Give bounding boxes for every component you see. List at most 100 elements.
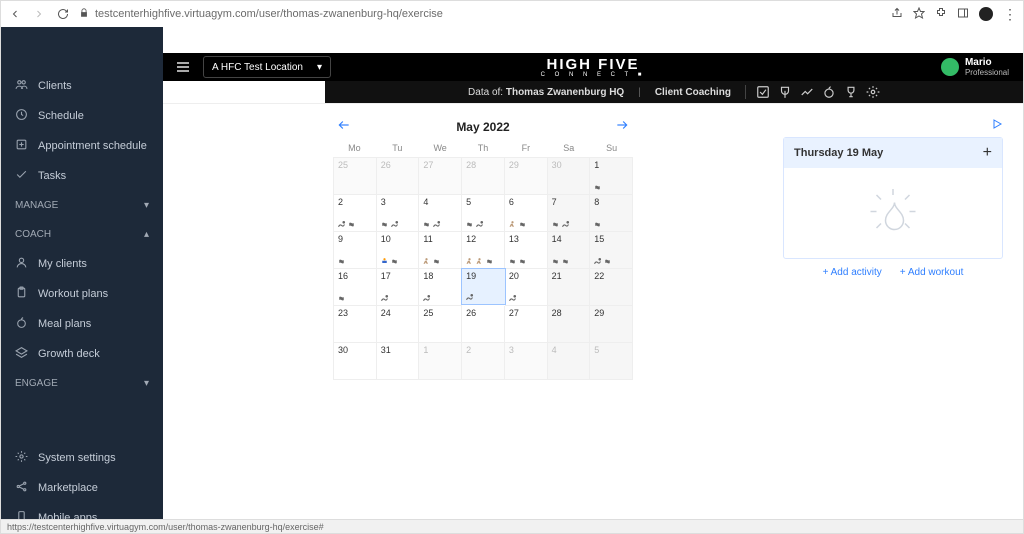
avatar — [941, 58, 959, 76]
hamburger-button[interactable] — [163, 59, 203, 75]
calendar-day[interactable]: 11 — [419, 232, 462, 269]
calendar-day[interactable]: 3 — [377, 195, 420, 232]
activity-icon — [508, 294, 517, 303]
share-icon[interactable] — [891, 7, 903, 22]
calendar-day[interactable]: 26 — [462, 306, 505, 343]
calendar-day[interactable]: 6 — [505, 195, 548, 232]
sidebar-item-my-clients[interactable]: My clients — [1, 249, 163, 279]
calendar-day[interactable]: 12 — [462, 232, 505, 269]
calendar-day[interactable]: 29 — [505, 158, 548, 195]
sidebar-item-schedule[interactable]: Schedule — [1, 101, 163, 131]
activity-icon — [603, 257, 612, 266]
address-bar[interactable]: testcenterhighfive.virtuagym.com/user/th… — [79, 8, 883, 21]
calendar-day[interactable]: 31 — [377, 343, 420, 380]
next-month-button[interactable] — [615, 118, 629, 135]
sidebar-item-marketplace[interactable]: Marketplace — [1, 473, 163, 503]
activity-icon — [518, 220, 527, 229]
scale-icon[interactable] — [778, 85, 792, 99]
reload-button[interactable] — [55, 6, 71, 22]
sidebar-section-manage[interactable]: MANAGE ▾ — [1, 191, 163, 220]
calendar-day[interactable]: 30 — [334, 343, 377, 380]
add-activity-link[interactable]: + Add activity — [823, 267, 882, 278]
calendar-day[interactable]: 25 — [419, 306, 462, 343]
activity-icon — [380, 257, 389, 266]
sidebar-item-system-settings[interactable]: System settings — [1, 443, 163, 473]
sidebar-item-meal-plans[interactable]: Meal plans — [1, 309, 163, 339]
trophy-icon[interactable] — [844, 85, 858, 99]
prev-month-button[interactable] — [337, 118, 351, 135]
calendar-day[interactable]: 8 — [590, 195, 633, 232]
apple-icon[interactable] — [822, 85, 836, 99]
calendar-day[interactable]: 24 — [377, 306, 420, 343]
sidebar-item-workout-plans[interactable]: Workout plans — [1, 279, 163, 309]
chart-icon[interactable] — [800, 85, 814, 99]
calendar-day[interactable]: 3 — [505, 343, 548, 380]
panel-title: Thursday 19 May — [794, 147, 883, 159]
apple-icon — [15, 316, 28, 332]
calendar-day[interactable]: 15 — [590, 232, 633, 269]
calendar-day[interactable]: 27 — [419, 158, 462, 195]
calendar-day[interactable]: 13 — [505, 232, 548, 269]
calendar-day[interactable]: 5 — [462, 195, 505, 232]
calendar-day[interactable]: 28 — [548, 306, 591, 343]
dow-label: Sa — [547, 143, 590, 153]
gear-icon[interactable] — [866, 85, 880, 99]
calendar-day[interactable]: 19 — [461, 268, 506, 305]
add-button[interactable]: + — [983, 144, 992, 162]
calendar-day[interactable]: 7 — [548, 195, 591, 232]
sidebar-section-coach[interactable]: COACH ▴ — [1, 220, 163, 249]
sidebar-item-appointment-schedule[interactable]: Appointment schedule — [1, 131, 163, 161]
calendar-day[interactable]: 26 — [377, 158, 420, 195]
sidebar-item-clients[interactable]: Clients — [1, 71, 163, 101]
location-select[interactable]: A HFC Test Location ▾ — [203, 56, 331, 78]
sidebar-item-tasks[interactable]: Tasks — [1, 161, 163, 191]
sidebar: ClientsScheduleAppointment scheduleTasks… — [1, 27, 163, 533]
activity-icon — [380, 294, 389, 303]
gear-icon — [15, 450, 28, 466]
back-button[interactable] — [7, 6, 23, 22]
activity-icon — [475, 257, 484, 266]
calendar-day[interactable]: 2 — [334, 195, 377, 232]
calendar-day[interactable]: 16 — [334, 269, 377, 306]
activity-icon — [508, 257, 517, 266]
calendar-day[interactable]: 9 — [334, 232, 377, 269]
star-icon[interactable] — [913, 7, 925, 22]
checkbox-icon[interactable] — [756, 85, 770, 99]
user-menu[interactable]: Mario Professional — [941, 57, 1023, 77]
client-coaching-link[interactable]: Client Coaching — [655, 87, 731, 98]
add-workout-link[interactable]: + Add workout — [900, 267, 964, 278]
calendar-day[interactable]: 10 — [377, 232, 420, 269]
play-button[interactable] — [991, 118, 1003, 133]
calendar-day[interactable]: 4 — [419, 195, 462, 232]
sidebar-item-growth-deck[interactable]: Growth deck — [1, 339, 163, 369]
calendar-day[interactable]: 4 — [548, 343, 591, 380]
calendar-day[interactable]: 18 — [419, 269, 462, 306]
chevron-up-icon: ▴ — [144, 229, 149, 240]
panel-icon[interactable] — [957, 7, 969, 22]
calendar-day[interactable]: 29 — [590, 306, 633, 343]
calendar-day[interactable]: 20 — [505, 269, 548, 306]
profile-avatar[interactable] — [979, 7, 993, 21]
calendar-day[interactable]: 23 — [334, 306, 377, 343]
forward-button[interactable] — [31, 6, 47, 22]
kebab-icon[interactable]: ⋮ — [1003, 7, 1017, 21]
activity-icon — [422, 220, 431, 229]
calendar-day[interactable]: 21 — [548, 269, 591, 306]
status-bar: https://testcenterhighfive.virtuagym.com… — [1, 519, 1023, 533]
calendar-day[interactable]: 1 — [590, 158, 633, 195]
calendar-day[interactable]: 14 — [548, 232, 591, 269]
extensions-icon[interactable] — [935, 7, 947, 22]
calendar-day[interactable]: 27 — [505, 306, 548, 343]
brand-logo: HIGH FIVE C O N N E C T ■ — [541, 57, 646, 78]
calendar-day[interactable]: 25 — [334, 158, 377, 195]
calendar-day[interactable]: 1 — [419, 343, 462, 380]
sidebar-section-engage[interactable]: ENGAGE ▾ — [1, 369, 163, 398]
calendar-day[interactable]: 22 — [590, 269, 633, 306]
calendar-day[interactable]: 28 — [462, 158, 505, 195]
activity-icon — [380, 220, 389, 229]
calendar-day[interactable]: 17 — [377, 269, 420, 306]
calendar-day[interactable]: 30 — [548, 158, 591, 195]
calendar-day[interactable]: 2 — [462, 343, 505, 380]
activity-icon — [337, 257, 346, 266]
calendar-day[interactable]: 5 — [590, 343, 633, 380]
